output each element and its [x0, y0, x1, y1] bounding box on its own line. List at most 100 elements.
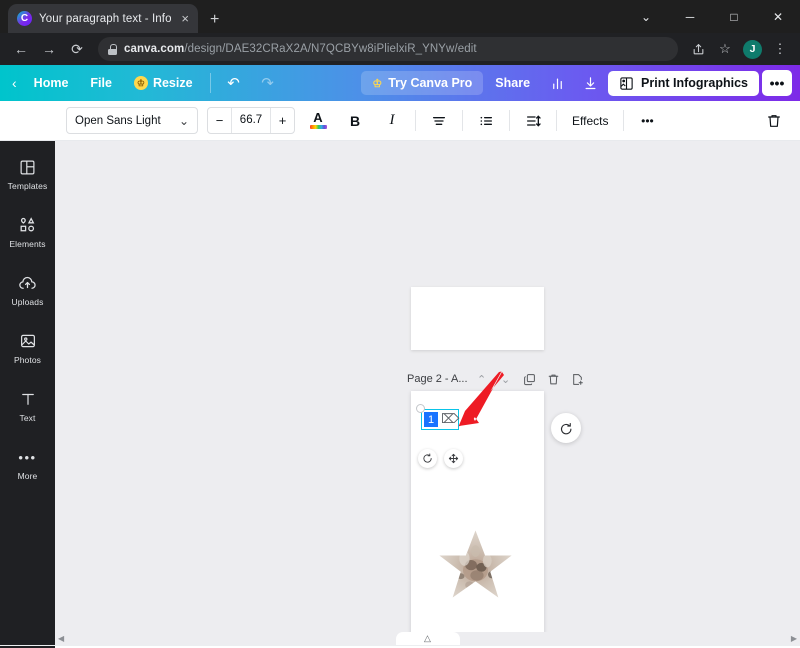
sidebar-item-elements[interactable]: Elements — [0, 203, 55, 261]
share-icon[interactable] — [686, 37, 710, 61]
rotate-handle[interactable] — [418, 449, 437, 468]
sidebar-item-text[interactable]: Text — [0, 377, 55, 435]
notes-collapse-toggle[interactable]: △ — [395, 632, 460, 645]
sidebar-item-uploads[interactable]: Uploads — [0, 261, 55, 319]
avatar[interactable]: J — [743, 39, 762, 59]
font-size-input[interactable]: 66.7 — [231, 108, 271, 133]
lock-icon — [108, 43, 117, 55]
font-size-stepper[interactable]: − 66.7 + — [207, 107, 295, 134]
print-label: Print Infographics — [641, 76, 748, 90]
editor-body: Templates Elements Uploads Photos Text •… — [0, 141, 800, 645]
move-handle[interactable] — [444, 449, 463, 468]
window-controls: ⌄ ─ □ ✕ — [624, 0, 800, 33]
align-icon[interactable] — [425, 107, 453, 135]
uploads-icon — [18, 273, 37, 293]
maximize-icon[interactable]: □ — [712, 0, 756, 33]
duplicate-page-icon[interactable] — [520, 370, 540, 388]
page-1[interactable] — [411, 287, 544, 350]
sidebar-item-label: More — [17, 471, 38, 481]
file-menu-button[interactable]: File — [81, 71, 121, 95]
download-icon[interactable] — [575, 70, 605, 96]
chevron-down-icon[interactable]: ⌄ — [624, 0, 668, 33]
browser-toolbar: ← → ⟳ canva.com/design/DAE32CRaX2A/N7QCB… — [0, 33, 800, 65]
address-bar[interactable]: canva.com/design/DAE32CRaX2A/N7QCBYw8iPl… — [98, 37, 678, 61]
more-icon: ••• — [18, 449, 37, 465]
text-color-icon: A — [308, 111, 328, 131]
scroll-right-icon[interactable]: ▶ — [791, 634, 797, 643]
text-toolbar: Open Sans Light ⌄ − 66.7 + A B I Effects… — [0, 101, 800, 141]
increase-font-size-button[interactable]: + — [271, 108, 294, 133]
font-family-value: Open Sans Light — [75, 114, 161, 127]
minimize-icon[interactable]: ─ — [668, 0, 712, 33]
bullet-list-icon[interactable] — [472, 107, 500, 135]
add-page-icon[interactable] — [568, 370, 588, 388]
close-window-icon[interactable]: ✕ — [756, 0, 800, 33]
divider — [509, 110, 510, 131]
back-chevron-icon[interactable]: ‹ — [8, 70, 21, 96]
canva-logo-icon: C — [17, 11, 32, 26]
resize-button[interactable]: ♔ Resize — [125, 71, 202, 95]
font-family-select[interactable]: Open Sans Light ⌄ — [66, 107, 198, 134]
scroll-left-icon[interactable]: ◀ — [58, 634, 64, 643]
sidebar-item-label: Uploads — [11, 297, 44, 307]
reload-icon[interactable]: ⟳ — [64, 36, 90, 62]
text-color-button[interactable]: A — [304, 107, 332, 135]
home-button[interactable]: Home — [25, 71, 78, 95]
share-button[interactable]: Share — [486, 71, 539, 95]
elements-icon — [18, 215, 37, 235]
trash-icon[interactable] — [760, 107, 788, 135]
back-icon[interactable]: ← — [8, 36, 34, 62]
try-pro-label: Try Canva Pro — [388, 76, 473, 90]
sidebar-item-label: Elements — [9, 239, 46, 249]
toolbar-more-button[interactable]: ••• — [633, 107, 661, 135]
browser-tab[interactable]: C Your paragraph text - Infographic × — [8, 4, 198, 33]
selected-text-element[interactable]: 1 ⌦ — [421, 409, 459, 430]
text-cursor-icon: ⌦ — [441, 411, 460, 426]
move-page-up-icon[interactable]: ⌃ — [472, 370, 492, 388]
sidebar-item-more[interactable]: ••• More — [0, 435, 55, 493]
decrease-font-size-button[interactable]: − — [208, 108, 231, 133]
photos-icon — [19, 331, 37, 351]
canva-topbar: ‹ Home File ♔ Resize ↶ ↷ ♔ Try Canva Pro… — [0, 65, 800, 101]
resize-handle-top-left[interactable] — [416, 404, 425, 413]
text-color-letter: A — [313, 109, 323, 125]
browser-window: C Your paragraph text - Infographic × + … — [0, 0, 800, 648]
resize-label: Resize — [152, 76, 193, 90]
chevron-down-icon: ⌄ — [178, 113, 189, 128]
sidebar-item-photos[interactable]: Photos — [0, 319, 55, 377]
browser-titlebar: C Your paragraph text - Infographic × + … — [0, 0, 800, 33]
undo-button[interactable]: ↶ — [219, 70, 249, 96]
delete-page-icon[interactable] — [544, 370, 564, 388]
italic-button[interactable]: I — [378, 107, 406, 135]
canvas-area[interactable]: Page 2 - A... ⌃ ⌄ 1 ⌦ ◀ ▶ △ — [55, 141, 800, 645]
forward-icon[interactable]: → — [36, 36, 62, 62]
divider — [623, 110, 625, 131]
bar-chart-icon[interactable] — [542, 70, 572, 96]
move-page-down-icon[interactable]: ⌄ — [496, 370, 516, 388]
sidebar-item-label: Text — [19, 413, 36, 423]
bold-button[interactable]: B — [341, 107, 369, 135]
more-options-button[interactable]: ••• — [762, 70, 792, 96]
star-shaped-photo[interactable] — [438, 529, 513, 599]
crown-icon: ♔ — [372, 77, 383, 90]
tab-title: Your paragraph text - Infographic — [39, 12, 172, 25]
text-icon — [19, 389, 37, 409]
crown-icon: ♔ — [133, 76, 148, 90]
bookmark-star-icon[interactable]: ☆ — [713, 37, 737, 61]
divider — [209, 73, 211, 93]
new-tab-button[interactable]: + — [210, 12, 219, 28]
color-swatch — [309, 124, 327, 129]
redo-button[interactable]: ↷ — [253, 70, 283, 96]
url-path: /design/DAE32CRaX2A/N7QCBYw8iPlielxiR_YN… — [184, 43, 477, 55]
effects-button[interactable]: Effects — [566, 114, 614, 128]
close-icon[interactable]: × — [178, 10, 192, 27]
line-spacing-icon[interactable] — [519, 107, 547, 135]
browser-menu-icon[interactable]: ⋮ — [768, 37, 792, 61]
left-sidebar: Templates Elements Uploads Photos Text •… — [0, 141, 55, 645]
try-canva-pro-button[interactable]: ♔ Try Canva Pro — [361, 71, 484, 95]
divider — [462, 110, 463, 131]
rotate-image-icon[interactable] — [551, 413, 581, 443]
sidebar-item-label: Templates — [7, 181, 48, 191]
print-infographics-button[interactable]: Print Infographics — [608, 70, 759, 96]
sidebar-item-templates[interactable]: Templates — [0, 145, 55, 203]
